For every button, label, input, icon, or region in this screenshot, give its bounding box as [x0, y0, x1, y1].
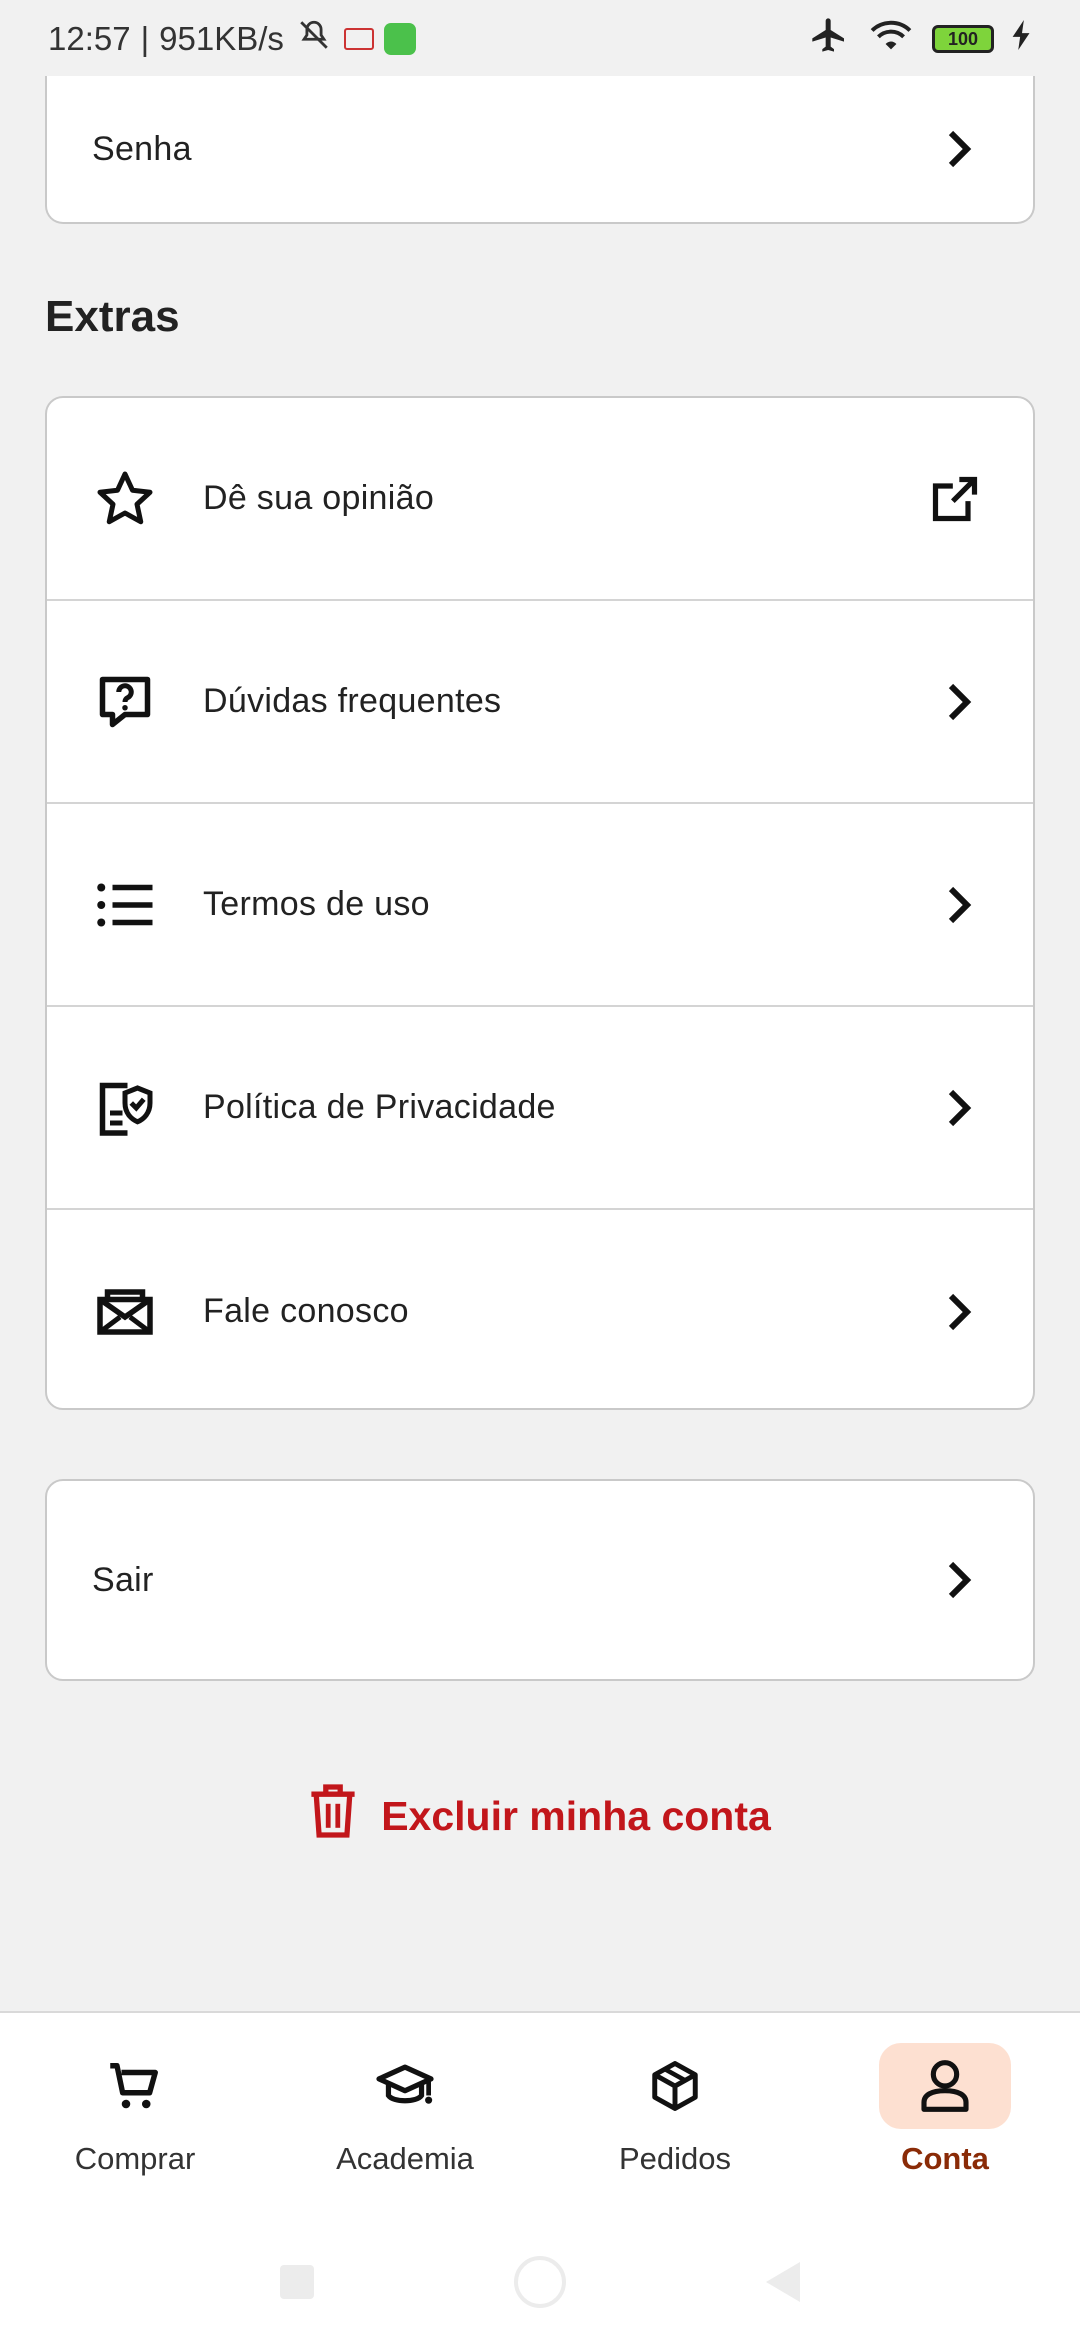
logout-label: Sair: [92, 1560, 154, 1599]
recent-apps-button[interactable]: [280, 2265, 314, 2299]
trash-icon: [309, 1782, 357, 1850]
extras-item-label: Política de Privacidade: [203, 1088, 556, 1126]
chevron-right-icon: [945, 882, 975, 928]
nav-item-pedidos[interactable]: Pedidos: [540, 2043, 810, 2193]
extras-item-label: Fale conosco: [203, 1292, 409, 1330]
nav-item-conta[interactable]: Conta: [810, 2043, 1080, 2193]
extras-item-label: Dê sua opinião: [203, 479, 435, 517]
status-time: 12:57: [48, 20, 131, 57]
network-speed: 951KB/s: [159, 20, 284, 57]
chevron-right-icon: [945, 1085, 975, 1131]
cart-icon: [69, 2043, 201, 2129]
user-icon: [879, 2043, 1011, 2129]
mail-icon: [93, 1280, 157, 1344]
extras-item-terms[interactable]: Termos de uso: [47, 804, 1033, 1007]
nav-item-comprar[interactable]: Comprar: [0, 2043, 270, 2193]
extras-item-label: Dúvidas frequentes: [203, 682, 502, 720]
nav-label: Comprar: [74, 2141, 196, 2176]
airplane-icon: [808, 15, 850, 63]
chevron-right-icon: [945, 1289, 975, 1335]
status-separator: |: [140, 20, 150, 57]
app-icon: [383, 23, 416, 55]
star-icon: [93, 467, 157, 531]
delete-account-button[interactable]: Excluir minha conta: [0, 1780, 1080, 1852]
chevron-right-icon: [945, 1557, 975, 1603]
nav-label: Academia: [336, 2141, 474, 2176]
delete-account-label: Excluir minha conta: [381, 1792, 771, 1839]
wifi-icon: [868, 17, 914, 61]
extras-item-privacy[interactable]: Política de Privacidade: [47, 1007, 1033, 1210]
external-link-icon: [929, 473, 981, 525]
home-button[interactable]: [514, 2256, 566, 2308]
mute-icon: [294, 18, 334, 60]
charging-icon: [1012, 20, 1032, 58]
logout-card: Sair: [45, 1479, 1035, 1681]
extras-item-contact[interactable]: Fale conosco: [47, 1210, 1033, 1413]
box-icon: [609, 2043, 741, 2129]
nav-item-academia[interactable]: Academia: [270, 2043, 540, 2193]
extras-item-label: Termos de uso: [203, 885, 430, 923]
password-label: Senha: [92, 129, 192, 168]
logout-button[interactable]: Sair: [47, 1481, 1033, 1679]
account-card: Senha: [45, 76, 1035, 224]
shield-document-icon: [93, 1076, 157, 1140]
gmail-icon: [343, 28, 374, 50]
chevron-right-icon: [945, 679, 975, 725]
list-icon: [93, 873, 157, 937]
extras-item-feedback[interactable]: Dê sua opinião: [47, 398, 1033, 601]
system-nav-bar: [0, 2242, 1080, 2322]
back-button[interactable]: [766, 2262, 800, 2302]
nav-label: Pedidos: [618, 2141, 732, 2176]
status-bar: 12:57 | 951KB/s 100: [0, 0, 1080, 78]
battery-icon: 100: [932, 25, 994, 53]
question-chat-icon: [93, 670, 157, 734]
password-row[interactable]: Senha: [47, 76, 1033, 222]
extras-title: Extras: [45, 292, 180, 341]
chevron-right-icon: [945, 126, 975, 172]
extras-card: Dê sua opinião Dúvidas frequentes Termos…: [45, 396, 1035, 1410]
graduation-cap-icon: [339, 2043, 471, 2129]
nav-label: Conta: [901, 2141, 989, 2176]
bottom-nav: Comprar Academia Pedidos Conta: [0, 2011, 1080, 2340]
extras-item-faq[interactable]: Dúvidas frequentes: [47, 601, 1033, 804]
